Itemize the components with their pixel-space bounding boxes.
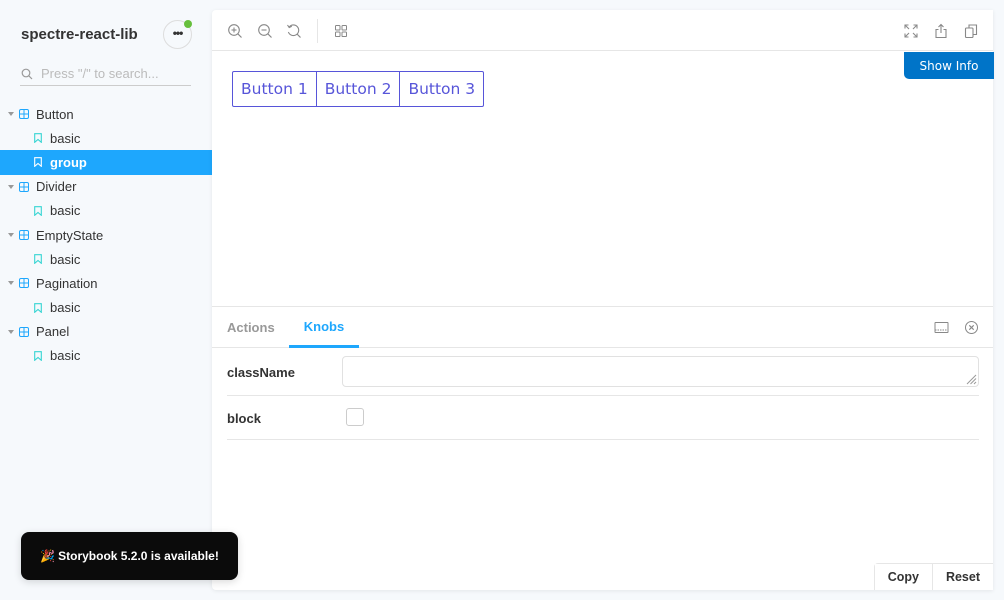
tree-item-label: basic <box>50 130 81 146</box>
ellipsis-icon: ••• <box>172 25 184 40</box>
grid-icon[interactable] <box>333 23 349 39</box>
story-tree: Button basic group Divider basic EmptySt… <box>0 102 212 368</box>
update-notification[interactable]: 🎉 Storybook 5.2.0 is available! <box>21 532 238 580</box>
bookmark-icon <box>34 157 42 168</box>
tree-item-button-basic[interactable]: basic <box>0 126 212 150</box>
tree-item-label: basic <box>50 348 81 364</box>
knob-label: className <box>227 365 295 380</box>
zoom-reset-icon[interactable] <box>286 23 302 39</box>
show-info-button[interactable]: Show Info <box>904 52 994 79</box>
caret-down-icon <box>8 329 14 334</box>
addons-tabs: Actions Knobs <box>212 307 993 348</box>
sidebar-menu-button[interactable]: ••• <box>163 20 192 49</box>
search-icon <box>21 68 33 79</box>
tree-item-label: Divider <box>36 179 77 195</box>
tree-item-divider[interactable]: Divider <box>0 175 212 199</box>
party-popper-icon: 🎉 <box>40 549 56 563</box>
tree-item-button[interactable]: Button <box>0 102 212 126</box>
knob-row-classname: className <box>227 348 979 396</box>
caret-down-icon <box>8 233 14 238</box>
knobs-footer: Copy Reset <box>873 563 993 590</box>
bookmark-icon <box>34 205 42 216</box>
tree-item-pagination-basic[interactable]: basic <box>0 296 212 320</box>
component-grid-icon <box>19 230 29 241</box>
tree-item-panel[interactable]: Panel <box>0 320 212 344</box>
component-grid-icon <box>19 326 29 337</box>
tree-item-label: basic <box>50 300 81 316</box>
tree-item-label: group <box>50 154 87 170</box>
fullscreen-icon[interactable] <box>903 23 919 39</box>
addons-panel: Actions Knobs className block Copy Reset <box>212 306 993 590</box>
toolbar-separator <box>317 19 318 43</box>
sidebar: spectre-react-lib ••• Button basic group… <box>0 0 212 600</box>
button-group: Button 1 Button 2 Button 3 <box>232 71 485 107</box>
tree-item-divider-basic[interactable]: basic <box>0 199 212 223</box>
notification-text: Storybook 5.2.0 is available! <box>58 549 219 563</box>
copy-button[interactable]: Copy <box>874 564 932 590</box>
tree-item-emptystate-basic[interactable]: basic <box>0 247 212 271</box>
button-2[interactable]: Button 2 <box>315 71 401 107</box>
bookmark-icon <box>34 302 42 313</box>
brand-title[interactable]: spectre-react-lib <box>21 26 138 43</box>
classname-textarea[interactable] <box>342 356 979 387</box>
tree-item-emptystate[interactable]: EmptyState <box>0 223 212 247</box>
main-panel: Show Info Button 1 Button 2 Button 3 Act… <box>212 10 994 590</box>
tab-knobs[interactable]: Knobs <box>289 307 359 348</box>
component-grid-icon <box>19 109 29 120</box>
tree-item-panel-basic[interactable]: basic <box>0 344 212 368</box>
zoom-out-icon[interactable] <box>257 23 273 39</box>
button-3[interactable]: Button 3 <box>399 71 485 107</box>
knob-label: block <box>227 411 261 426</box>
tab-actions[interactable]: Actions <box>227 307 275 348</box>
search-box <box>20 62 191 86</box>
reset-button[interactable]: Reset <box>931 564 993 590</box>
tree-item-label: Button <box>36 106 74 122</box>
component-grid-icon <box>19 181 29 192</box>
block-checkbox[interactable] <box>346 408 364 426</box>
close-circle-icon[interactable] <box>964 320 979 335</box>
tree-item-label: basic <box>50 203 81 219</box>
tree-item-label: EmptyState <box>36 227 104 243</box>
tree-item-button-group[interactable]: group <box>0 150 212 175</box>
panel-bottom-icon[interactable] <box>934 320 949 335</box>
caret-down-icon <box>8 184 14 189</box>
preview-toolbar <box>212 10 993 51</box>
tree-item-pagination[interactable]: Pagination <box>0 271 212 295</box>
button-1[interactable]: Button 1 <box>232 71 317 107</box>
zoom-in-icon[interactable] <box>227 23 243 39</box>
resize-handle-icon[interactable] <box>965 373 977 385</box>
component-grid-icon <box>19 278 29 289</box>
update-badge <box>184 20 192 28</box>
caret-down-icon <box>8 281 14 286</box>
tree-item-label: basic <box>50 251 81 267</box>
knob-row-block: block <box>227 396 979 440</box>
tree-item-label: Pagination <box>36 275 98 291</box>
bookmark-icon <box>34 254 42 265</box>
bookmark-icon <box>34 351 42 361</box>
copy-icon[interactable] <box>963 23 979 39</box>
search-input[interactable] <box>41 66 191 81</box>
share-icon[interactable] <box>933 23 949 39</box>
bookmark-icon <box>34 133 42 144</box>
caret-down-icon <box>8 112 14 117</box>
tree-item-label: Panel <box>36 324 70 340</box>
